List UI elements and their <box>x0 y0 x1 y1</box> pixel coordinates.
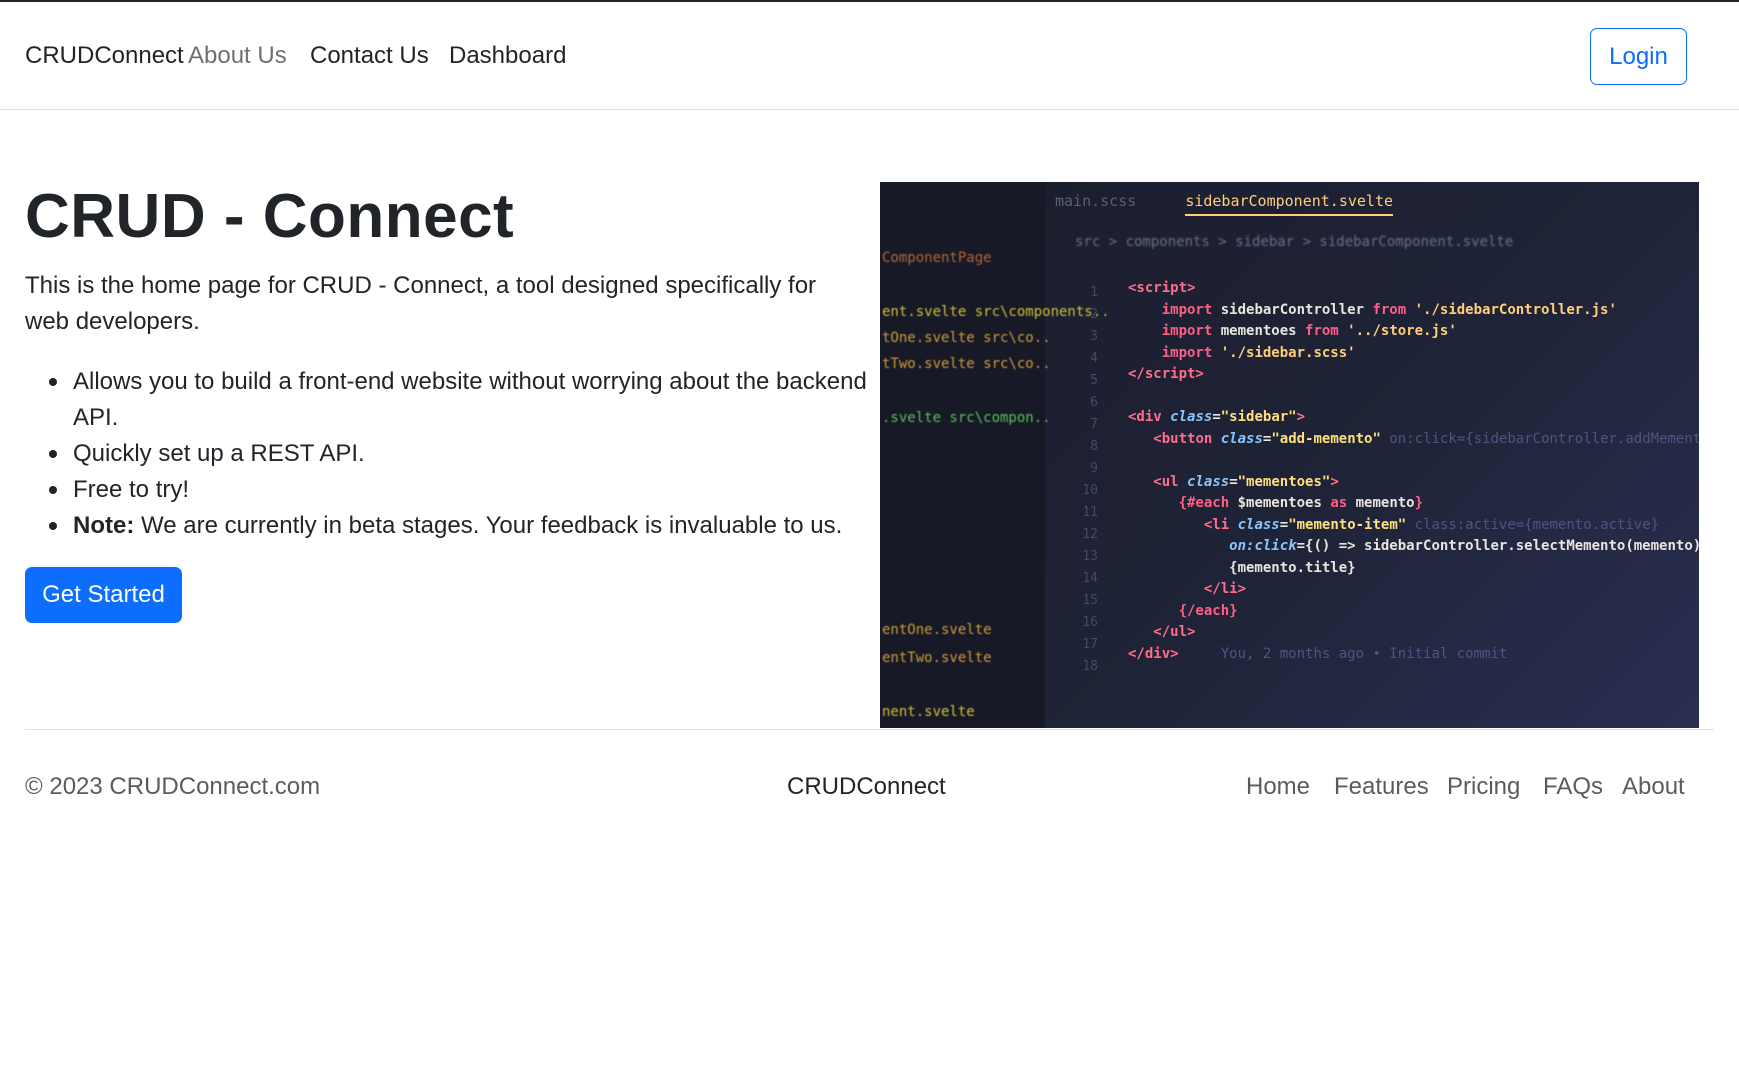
note-label: Note: <box>73 512 135 539</box>
explorer-file: entTwo.svelte <box>882 650 992 666</box>
explorer-file: nent.svelte <box>882 704 975 720</box>
explorer-file: entOne.svelte <box>882 622 992 638</box>
nav-link-contact-us[interactable]: Contact Us <box>310 42 429 70</box>
editor-tabs: main.scss sidebarComponent.svelte <box>1055 192 1394 216</box>
editor-tab-active: sidebarComponent.svelte <box>1185 192 1394 216</box>
footer-copyright: © 2023 CRUDConnect.com <box>25 773 321 800</box>
explorer-file: ComponentPage <box>882 250 992 266</box>
feature-item: Free to try! <box>49 472 873 508</box>
hero-code-image: ComponentPage ent.svelte src\components.… <box>880 182 1699 728</box>
footer-brand[interactable]: CRUDConnect <box>787 773 946 801</box>
blame-annotation: You, 2 months ago • Initial commit <box>1220 645 1508 662</box>
editor-file-explorer: ComponentPage ent.svelte src\components.… <box>880 182 1110 728</box>
hero-title: CRUD - Connect <box>25 182 515 251</box>
get-started-button[interactable]: Get Started <box>25 567 182 623</box>
explorer-file: tTwo.svelte src\co.. <box>882 356 1051 372</box>
hero-description: This is the home page for CRUD - Connect… <box>25 272 817 335</box>
top-navbar: CRUDConnect About Us Contact Us Dashboar… <box>0 0 1739 110</box>
nav-link-dashboard[interactable]: Dashboard <box>449 42 566 70</box>
editor-code: <script> import sidebarController from '… <box>1128 280 1699 662</box>
footer-link-features[interactable]: Features <box>1334 773 1429 801</box>
feature-item: Quickly set up a REST API. <box>49 436 873 472</box>
footer-link-pricing[interactable]: Pricing <box>1447 773 1520 801</box>
footer-link-home[interactable]: Home <box>1246 773 1310 801</box>
editor-breadcrumb: src > components > sidebar > sidebarComp… <box>1075 234 1514 250</box>
editor-tab: main.scss <box>1055 192 1137 210</box>
explorer-file: .svelte src\compon.. <box>882 410 1051 426</box>
login-button[interactable]: Login <box>1590 28 1687 85</box>
footer-link-about[interactable]: About <box>1622 773 1685 801</box>
navbar-brand[interactable]: CRUDConnect <box>25 42 184 70</box>
explorer-file: tOne.svelte src\co.. <box>882 330 1051 346</box>
feature-list: Allows you to build a front-end website … <box>49 364 873 544</box>
footer-divider <box>25 729 1714 730</box>
feature-item-note: Note: We are currently in beta stages. Y… <box>49 508 873 544</box>
feature-item: Allows you to build a front-end website … <box>49 364 873 436</box>
footer-link-faqs[interactable]: FAQs <box>1543 773 1603 801</box>
nav-link-about-us[interactable]: About Us <box>188 42 287 70</box>
editor-line-numbers: 1 2 3 4 5 6 7 8 9 10 11 12 13 14 15 16 1… <box>1082 285 1098 674</box>
note-text: We are currently in beta stages. Your fe… <box>134 512 843 539</box>
